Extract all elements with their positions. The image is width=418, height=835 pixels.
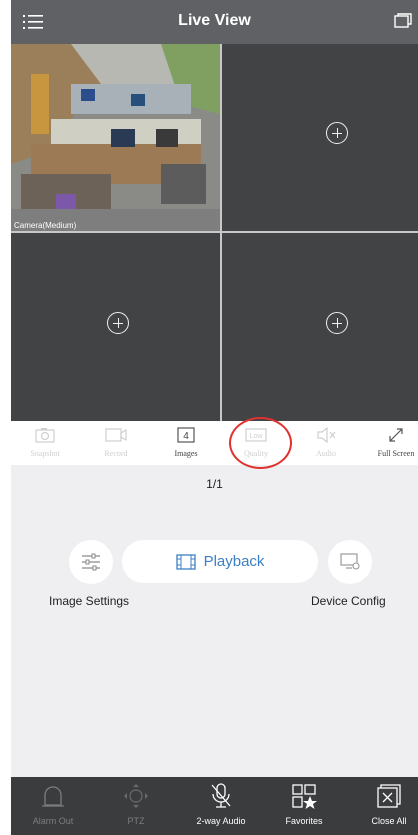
page-indicator: 1/1 xyxy=(206,477,223,491)
fullscreen-button[interactable]: Full Screen xyxy=(366,425,418,465)
quality-highlight-circle xyxy=(229,417,292,469)
add-camera-icon[interactable] xyxy=(107,312,129,334)
camera-label: Camera(Medium) xyxy=(14,221,77,230)
snapshot-button[interactable]: Snapshot xyxy=(15,425,75,465)
camera-tile-4[interactable] xyxy=(222,233,418,421)
record-label: Record xyxy=(104,449,128,458)
expand-icon xyxy=(366,425,418,445)
images-button[interactable]: 4 Images xyxy=(156,425,216,465)
record-button[interactable]: Record xyxy=(86,425,146,465)
add-camera-icon[interactable] xyxy=(326,122,348,144)
camera-tile-3[interactable] xyxy=(11,233,220,421)
bottom-bar: Alarm Out PTZ 2-way Audio Favorites Clos… xyxy=(11,777,418,835)
monitor-settings-icon xyxy=(340,553,360,570)
image-settings-label: Image Settings xyxy=(49,594,130,608)
close-all-label: Close All xyxy=(371,816,407,826)
split-count-icon: 4 xyxy=(156,425,216,445)
close-all-icon xyxy=(354,781,418,811)
close-all-button[interactable]: Close All xyxy=(354,781,418,833)
sliders-icon xyxy=(82,553,100,571)
camera-tile-2[interactable] xyxy=(222,44,418,231)
favorites-button[interactable]: Favorites xyxy=(269,781,339,833)
live-toolbar: Snapshot Record 4 Images Low Quality Aud… xyxy=(11,421,418,465)
add-camera-icon[interactable] xyxy=(326,312,348,334)
playback-label: Playback xyxy=(203,553,265,570)
app-frame: Live View Camera(Medium) Snapshot Record… xyxy=(11,0,418,835)
image-settings-button[interactable] xyxy=(69,540,113,584)
fullscreen-label: Full Screen xyxy=(377,449,415,458)
ptz-label: PTZ xyxy=(127,816,145,826)
two-way-audio-label: 2-way Audio xyxy=(196,816,246,826)
microphone-muted-icon xyxy=(186,781,256,811)
camera-grid: Camera(Medium) xyxy=(11,44,418,421)
playback-button[interactable]: Playback xyxy=(122,540,318,583)
header-bar: Live View xyxy=(11,0,418,44)
film-icon xyxy=(175,553,196,570)
device-config-button[interactable] xyxy=(328,540,372,584)
page-title: Live View xyxy=(178,12,251,29)
camera-tile-1[interactable]: Camera(Medium) xyxy=(11,44,220,231)
ptz-direction-icon xyxy=(101,781,171,811)
ptz-button[interactable]: PTZ xyxy=(101,781,171,833)
video-record-icon xyxy=(86,425,146,445)
favorites-label: Favorites xyxy=(285,816,323,826)
favorites-star-icon xyxy=(269,781,339,811)
audio-button[interactable]: Audio xyxy=(296,425,356,465)
window-switch-icon[interactable] xyxy=(394,13,412,31)
alarm-light-icon xyxy=(18,781,88,811)
audio-label: Audio xyxy=(316,449,336,458)
device-config-label: Device Config xyxy=(311,594,386,608)
camera-icon xyxy=(15,425,75,445)
speaker-muted-icon xyxy=(296,425,356,445)
two-way-audio-button[interactable]: 2-way Audio xyxy=(186,781,256,833)
images-count: 4 xyxy=(183,431,189,442)
alarm-out-label: Alarm Out xyxy=(32,816,74,826)
camera-feed-image xyxy=(11,44,220,231)
images-label: Images xyxy=(174,449,198,458)
alarm-out-button[interactable]: Alarm Out xyxy=(18,781,88,833)
snapshot-label: Snapshot xyxy=(30,449,60,458)
